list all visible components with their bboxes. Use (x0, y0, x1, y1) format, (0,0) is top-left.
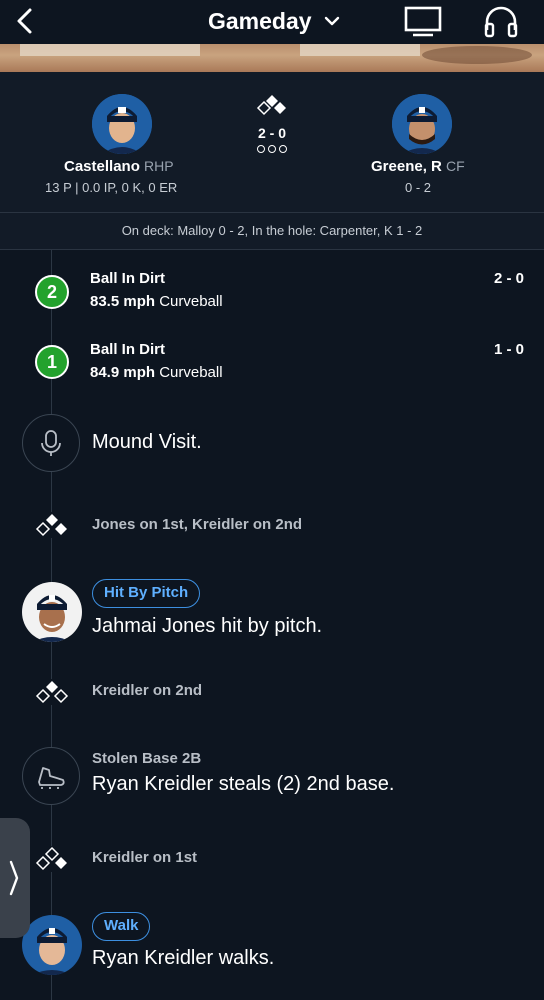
base-diamond-icon (256, 95, 286, 116)
runners-on-base: Kreidler on 1st (92, 849, 198, 866)
play-feed: 2 Ball In Dirt 83.5 mph Curveball 2 - 0 … (0, 250, 544, 1000)
pitch-count: 2 - 0 (493, 270, 524, 287)
pitcher-stats: 13 P | 0.0 IP, 0 K, 0 ER (45, 180, 178, 195)
pitch-type: Curveball (159, 293, 223, 310)
stolen-base-label: Stolen Base 2B (92, 750, 202, 767)
jones-headshot-icon (22, 582, 82, 642)
chevron-down-icon (324, 16, 339, 26)
hit-by-pitch-tag[interactable]: Hit By Pitch (92, 579, 201, 608)
cleat-icon (22, 747, 80, 805)
batter-headshot-icon (392, 94, 452, 154)
pitch-detail: 83.5 mph Curveball (90, 293, 223, 310)
base-runners-icon (34, 512, 70, 538)
runners-on-base: Jones on 1st, Kreidler on 2nd (92, 516, 303, 533)
title-dropdown[interactable]: Gameday (208, 6, 340, 36)
tv-icon[interactable] (404, 6, 442, 38)
out-dot (257, 145, 265, 153)
pitch-number-badge: 1 (35, 345, 69, 379)
pitcher-name: Castellano RHP (64, 158, 174, 175)
microphone-icon (22, 414, 80, 472)
pitch-number-badge: 2 (35, 275, 69, 309)
pitch-detail: 84.9 mph Curveball (90, 364, 223, 381)
headphones-icon[interactable] (483, 4, 519, 38)
pitcher-headshot-icon (92, 94, 152, 154)
ball-strike-count: 2 - 0 (257, 125, 286, 141)
back-chevron-icon[interactable] (10, 6, 40, 36)
pitch-result: Ball In Dirt (90, 270, 166, 287)
count-indicator: 2 - 0 (252, 94, 292, 153)
base-runners-icon (34, 846, 70, 872)
batter-stats: 0 - 2 (405, 180, 432, 195)
walk-tag[interactable]: Walk (92, 912, 151, 941)
chevron-right-icon (9, 860, 19, 896)
out-dot (279, 145, 287, 153)
mound-visit-text: Mound Visit. (92, 431, 202, 453)
batter-name-text: Greene, R (371, 158, 442, 175)
base-runners-icon (34, 679, 70, 705)
batter-position: CF (446, 158, 465, 174)
pitch-type: Curveball (159, 364, 223, 381)
player-avatar[interactable] (22, 582, 82, 642)
batter-avatar[interactable] (392, 94, 452, 154)
stolen-base-text: Ryan Kreidler steals (2) 2nd base. (92, 773, 395, 795)
pitcher-avatar[interactable] (92, 94, 152, 154)
pitch-count: 1 - 0 (493, 341, 524, 358)
field-banner-image (0, 44, 544, 72)
page-title: Gameday (208, 7, 312, 34)
player-avatar[interactable] (22, 915, 82, 975)
field-chalk-line (300, 44, 420, 56)
on-deck-text: On deck: Malloy 0 - 2, In the hole: Carp… (0, 213, 544, 249)
walk-text: Ryan Kreidler walks. (92, 947, 275, 969)
hit-by-pitch-text: Jahmai Jones hit by pitch. (92, 615, 323, 637)
runners-on-base: Kreidler on 2nd (92, 682, 203, 699)
matchup-panel: Castellano RHP 13 P | 0.0 IP, 0 K, 0 ER … (0, 72, 544, 212)
pitcher-position: RHP (144, 158, 174, 174)
pitch-speed: 83.5 mph (90, 293, 156, 310)
outs-indicator (252, 145, 292, 153)
pitcher-name-text: Castellano (64, 158, 140, 175)
glove-shadow (422, 46, 532, 64)
pitch-speed: 84.9 mph (90, 364, 156, 381)
pitch-result: Ball In Dirt (90, 341, 166, 358)
batter-name: Greene, R CF (371, 158, 465, 175)
side-drawer-tab[interactable] (0, 818, 30, 938)
top-bar: Gameday (0, 0, 544, 44)
kreidler-headshot-icon (22, 915, 82, 975)
out-dot (268, 145, 276, 153)
field-chalk-line (20, 44, 200, 56)
